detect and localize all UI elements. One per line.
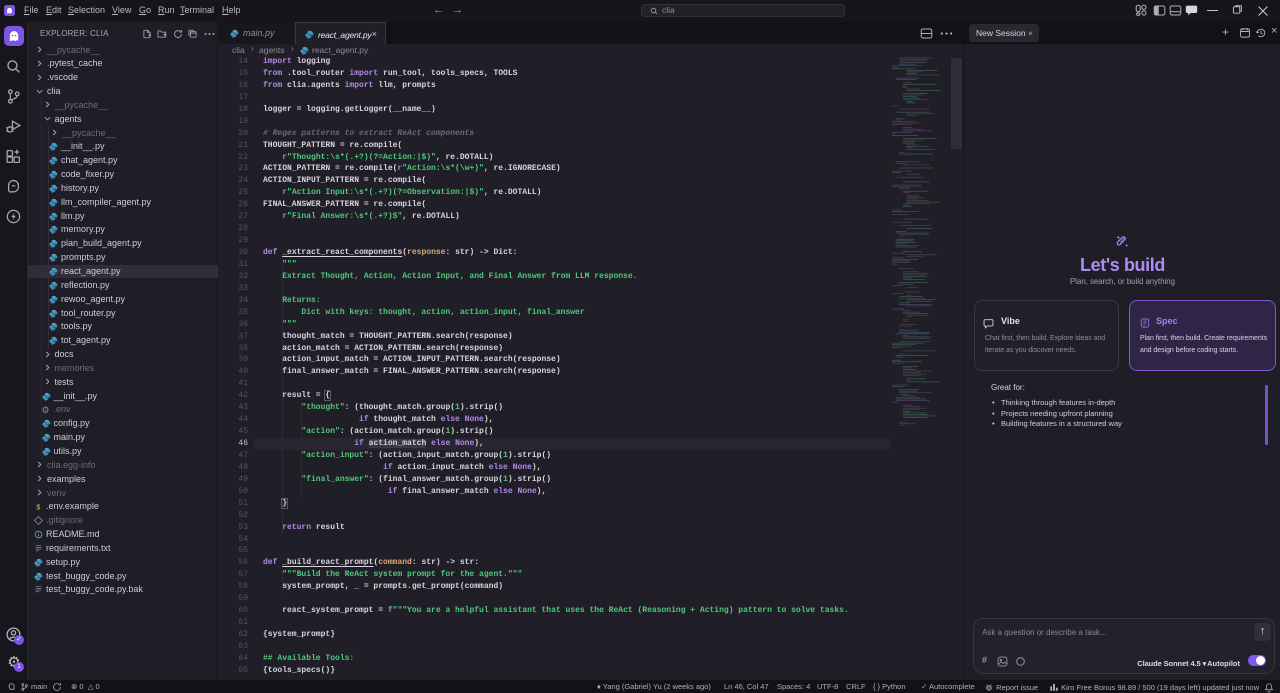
- svg-text:$: $: [36, 503, 40, 512]
